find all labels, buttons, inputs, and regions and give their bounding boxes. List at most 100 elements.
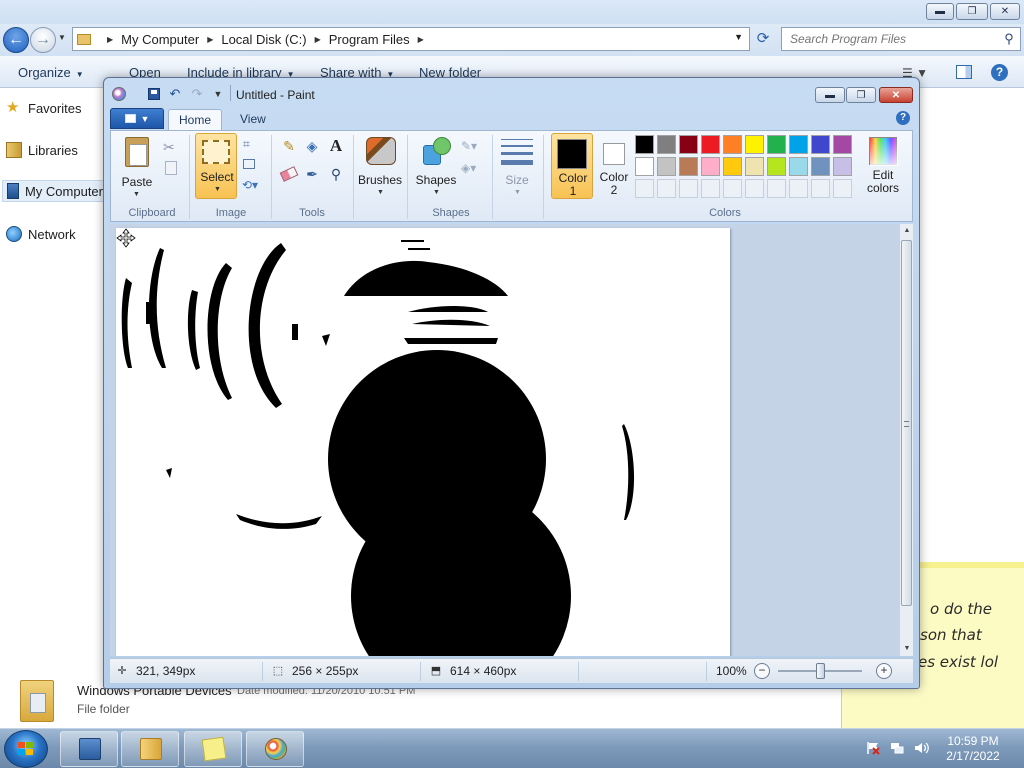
start-button[interactable] <box>4 730 48 768</box>
brushes-button[interactable]: Brushes ▼ <box>357 133 403 199</box>
color-picker-icon[interactable]: ✒ <box>302 164 322 184</box>
text-tool-icon[interactable]: A <box>326 136 346 156</box>
nav-item-network[interactable]: Network <box>6 223 76 245</box>
paint-menu-button[interactable]: ▼ <box>110 108 164 129</box>
shapes-button[interactable]: Shapes ▼ <box>413 133 459 199</box>
system-clock[interactable]: 10:59 PM 2/17/2022 <box>936 734 1010 764</box>
palette-swatch[interactable] <box>767 157 786 176</box>
paint-close-button[interactable]: ✕ <box>879 87 913 103</box>
zoom-out-button[interactable]: − <box>754 663 770 679</box>
cut-icon[interactable]: ✂ <box>163 139 175 156</box>
custom-color-slot[interactable] <box>811 179 830 198</box>
paint-app-icon[interactable] <box>112 87 126 101</box>
undo-icon[interactable]: ↶ <box>167 86 183 102</box>
palette-swatch[interactable] <box>679 135 698 154</box>
paint-minimize-button[interactable]: ▬ <box>815 87 845 103</box>
chevron-right-icon[interactable]: ▶ <box>418 35 424 44</box>
customize-toolbar-icon[interactable]: ▼ <box>210 86 226 102</box>
nav-item-favorites[interactable]: ★ Favorites <box>6 97 81 119</box>
custom-color-slot[interactable] <box>701 179 720 198</box>
palette-swatch[interactable] <box>679 157 698 176</box>
palette-swatch[interactable] <box>701 135 720 154</box>
custom-color-slot[interactable] <box>789 179 808 198</box>
palette-swatch[interactable] <box>745 157 764 176</box>
scroll-up-icon[interactable]: ▲ <box>900 224 914 238</box>
palette-swatch[interactable] <box>745 135 764 154</box>
resize-icon[interactable] <box>243 159 255 169</box>
palette-swatch[interactable] <box>833 135 852 154</box>
back-button[interactable]: ← <box>3 27 29 53</box>
network-status-icon[interactable] <box>890 741 904 755</box>
nav-item-libraries[interactable]: Libraries <box>6 139 78 161</box>
paint-title-bar[interactable]: ↶ ↷ ▼ Untitled - Paint ▬ ❐ ✕ <box>104 78 919 107</box>
custom-color-slot[interactable] <box>723 179 742 198</box>
chevron-right-icon[interactable]: ▶ <box>107 35 113 44</box>
palette-swatch[interactable] <box>635 135 654 154</box>
nav-item-my-computer[interactable]: My Computer <box>2 180 104 202</box>
copy-icon[interactable] <box>165 161 177 175</box>
palette-swatch[interactable] <box>723 157 742 176</box>
explorer-close-button[interactable]: ✕ <box>990 3 1020 20</box>
address-bar[interactable]: ▶ My Computer ▶ Local Disk (C:) ▶ Progra… <box>72 27 750 51</box>
recent-pages-dropdown-icon[interactable]: ▼ <box>58 33 66 42</box>
magnifier-icon[interactable]: ⚲ <box>326 164 346 184</box>
custom-color-slot[interactable] <box>679 179 698 198</box>
paint-maximize-button[interactable]: ❐ <box>846 87 876 103</box>
taskbar-app-paint[interactable] <box>246 731 304 767</box>
tab-home[interactable]: Home <box>168 109 223 130</box>
palette-swatch[interactable] <box>789 135 808 154</box>
help-icon[interactable]: ? <box>991 64 1008 81</box>
size-button[interactable]: Size ▼ <box>497 133 537 199</box>
color2-button[interactable]: Color 2 <box>595 133 633 199</box>
crop-icon[interactable]: ⌗ <box>243 137 250 152</box>
custom-color-slot[interactable] <box>745 179 764 198</box>
explorer-maximize-button[interactable]: ❐ <box>956 3 988 20</box>
vertical-scrollbar[interactable]: ▲ ▼ <box>899 224 913 656</box>
custom-color-slot[interactable] <box>767 179 786 198</box>
preview-pane-icon[interactable] <box>956 65 972 79</box>
breadcrumb-program-files[interactable]: Program Files <box>329 32 410 47</box>
palette-swatch[interactable] <box>635 157 654 176</box>
save-icon[interactable] <box>146 86 162 102</box>
taskbar-app-sticky-notes[interactable] <box>184 731 242 767</box>
custom-color-slot[interactable] <box>635 179 654 198</box>
shape-fill-icon[interactable]: ◈▾ <box>461 161 476 175</box>
rotate-icon[interactable]: ⟲▾ <box>242 178 258 192</box>
palette-swatch[interactable] <box>811 157 830 176</box>
refresh-icon[interactable]: ⟳ <box>754 29 772 49</box>
chevron-right-icon[interactable]: ▶ <box>315 35 321 44</box>
taskbar-app-explorer[interactable] <box>60 731 118 767</box>
palette-swatch[interactable] <box>767 135 786 154</box>
search-input[interactable] <box>790 32 998 46</box>
custom-color-slot[interactable] <box>657 179 676 198</box>
eraser-icon[interactable] <box>279 164 299 184</box>
edit-colors-button[interactable]: Edit colors <box>857 133 909 199</box>
palette-swatch[interactable] <box>657 135 676 154</box>
taskbar-app-libraries[interactable] <box>121 731 179 767</box>
address-history-dropdown-icon[interactable]: ▼ <box>734 32 743 42</box>
fill-bucket-icon[interactable]: ◈ <box>302 136 322 156</box>
palette-swatch[interactable] <box>833 157 852 176</box>
paste-button[interactable]: Paste ▼ <box>117 135 157 201</box>
shape-outline-icon[interactable]: ✎▾ <box>461 139 477 153</box>
action-center-flag-icon[interactable] <box>866 741 880 755</box>
custom-color-slot[interactable] <box>833 179 852 198</box>
zoom-in-button[interactable]: + <box>876 663 892 679</box>
palette-swatch[interactable] <box>811 135 830 154</box>
volume-icon[interactable] <box>914 741 930 755</box>
select-button[interactable]: Select ▼ <box>195 133 237 199</box>
scrollbar-thumb[interactable] <box>901 240 912 606</box>
palette-swatch[interactable] <box>789 157 808 176</box>
search-box[interactable]: ⚲ <box>781 27 1021 51</box>
zoom-slider-thumb[interactable] <box>816 663 825 679</box>
search-icon[interactable]: ⚲ <box>998 31 1020 47</box>
explorer-minimize-button[interactable]: ▬ <box>926 3 954 20</box>
chevron-right-icon[interactable]: ▶ <box>207 35 213 44</box>
pencil-icon[interactable]: ✎ <box>279 136 299 156</box>
tab-view[interactable]: View <box>230 109 276 130</box>
palette-swatch[interactable] <box>657 157 676 176</box>
breadcrumb-my-computer[interactable]: My Computer <box>121 32 199 47</box>
palette-swatch[interactable] <box>701 157 720 176</box>
color1-button[interactable]: Color 1 <box>551 133 593 199</box>
drawing-canvas[interactable] <box>116 228 730 656</box>
